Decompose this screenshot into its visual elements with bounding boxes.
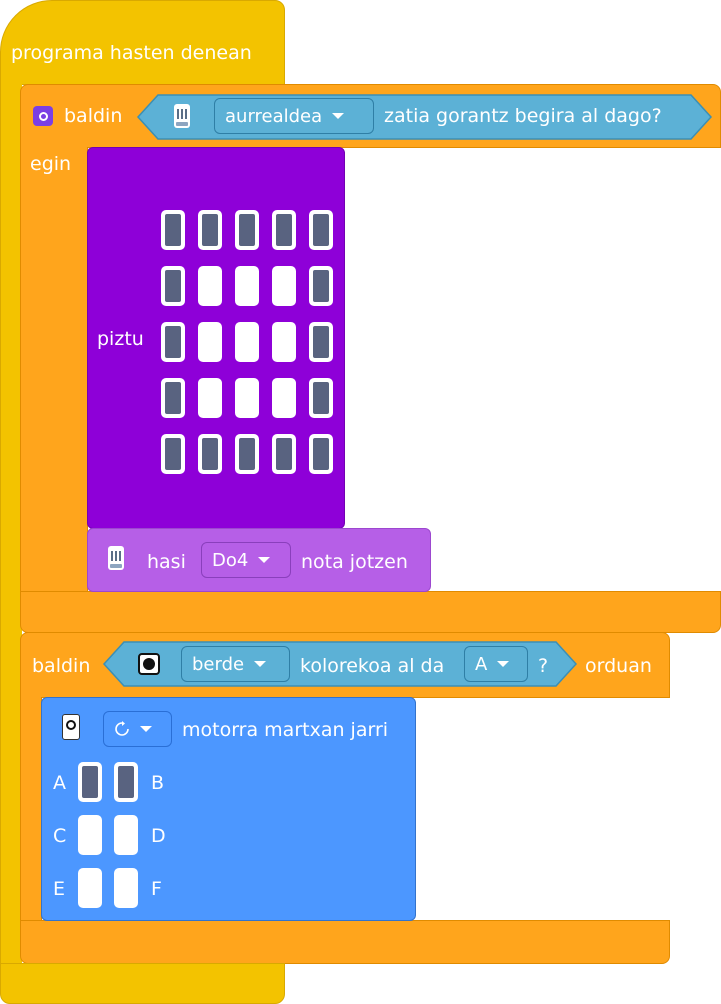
led-cell[interactable] <box>309 378 333 418</box>
port-toggle[interactable] <box>78 815 102 855</box>
when-program-starts-block[interactable]: programa hasten denean <box>0 0 285 85</box>
port-toggle[interactable] <box>114 815 138 855</box>
if-keyword: baldin <box>64 105 123 127</box>
if-block-1-arm <box>20 147 88 593</box>
led-cell[interactable] <box>161 322 185 362</box>
led-cell[interactable] <box>272 210 296 250</box>
port-toggle[interactable] <box>78 762 102 802</box>
led-cell[interactable] <box>272 378 296 418</box>
color-question-middle: kolorekoa al da <box>300 655 445 677</box>
led-cell[interactable] <box>309 210 333 250</box>
port-label: D <box>151 825 166 847</box>
port-label: B <box>151 772 165 794</box>
led-cell[interactable] <box>309 266 333 306</box>
led-cell[interactable] <box>235 378 259 418</box>
color-dropdown[interactable]: berde <box>181 646 290 682</box>
led-cell[interactable] <box>235 266 259 306</box>
led-cell[interactable] <box>198 322 222 362</box>
port-label: E <box>53 878 66 900</box>
show-leds-label: piztu <box>97 328 144 350</box>
led-cell[interactable] <box>235 322 259 362</box>
led-cell[interactable] <box>272 434 296 474</box>
microbit-icon <box>108 546 124 570</box>
chevron-down-icon <box>258 557 271 563</box>
motor-label: motorra martxan jarri <box>182 719 389 741</box>
hat-label: programa hasten denean <box>11 42 252 64</box>
chevron-down-icon <box>332 113 345 119</box>
if-block-2-arm <box>20 697 42 922</box>
led-cell[interactable] <box>272 322 296 362</box>
led-cell[interactable] <box>198 210 222 250</box>
chevron-down-icon <box>497 661 510 667</box>
orientation-dropdown[interactable]: aurrealdea <box>214 98 374 134</box>
port-label: A <box>53 772 66 794</box>
led-cell[interactable] <box>272 266 296 306</box>
led-cell[interactable] <box>309 434 333 474</box>
then-label: orduan <box>585 655 652 677</box>
led-cell[interactable] <box>235 210 259 250</box>
do-label: egin <box>30 153 72 175</box>
chevron-down-icon <box>254 661 267 667</box>
led-cell[interactable] <box>235 434 259 474</box>
led-cell[interactable] <box>161 378 185 418</box>
port-dropdown-value: A <box>475 653 488 675</box>
port-toggle[interactable] <box>114 762 138 802</box>
orientation-dropdown-value: aurrealdea <box>225 105 323 127</box>
if2-keyword: baldin <box>32 655 91 677</box>
note-dropdown-value: Do4 <box>212 549 249 571</box>
led-cell[interactable] <box>161 434 185 474</box>
rotate-clockwise-icon <box>115 721 129 736</box>
color-dropdown-value: berde <box>192 653 245 675</box>
note-dropdown[interactable]: Do4 <box>201 542 291 578</box>
port-label: C <box>53 825 67 847</box>
port-label: F <box>151 878 162 900</box>
orientation-question: zatia gorantz begira al dago? <box>384 105 662 127</box>
led-cell[interactable] <box>309 322 333 362</box>
play-note-end-label: nota jotzen <box>301 551 408 573</box>
hat-block-footer <box>0 963 285 1004</box>
port-toggle[interactable] <box>114 868 138 908</box>
led-cell[interactable] <box>198 378 222 418</box>
if-block-1-footer <box>20 591 721 633</box>
led-cell[interactable] <box>198 434 222 474</box>
motor-icon <box>62 714 80 740</box>
color-sensor-icon <box>138 653 160 675</box>
hat-block-body <box>0 84 22 978</box>
led-cell[interactable] <box>161 210 185 250</box>
play-note-start-label: hasi <box>147 551 186 573</box>
gear-icon[interactable] <box>33 106 53 126</box>
port-toggle[interactable] <box>78 868 102 908</box>
if-block-2-footer <box>20 920 670 964</box>
port-dropdown[interactable]: A <box>464 646 528 682</box>
question-mark: ? <box>538 655 549 677</box>
direction-dropdown[interactable] <box>103 711 172 747</box>
led-cell[interactable] <box>198 266 222 306</box>
led-cell[interactable] <box>161 266 185 306</box>
chevron-down-icon <box>140 726 152 732</box>
microbit-icon <box>174 104 190 128</box>
